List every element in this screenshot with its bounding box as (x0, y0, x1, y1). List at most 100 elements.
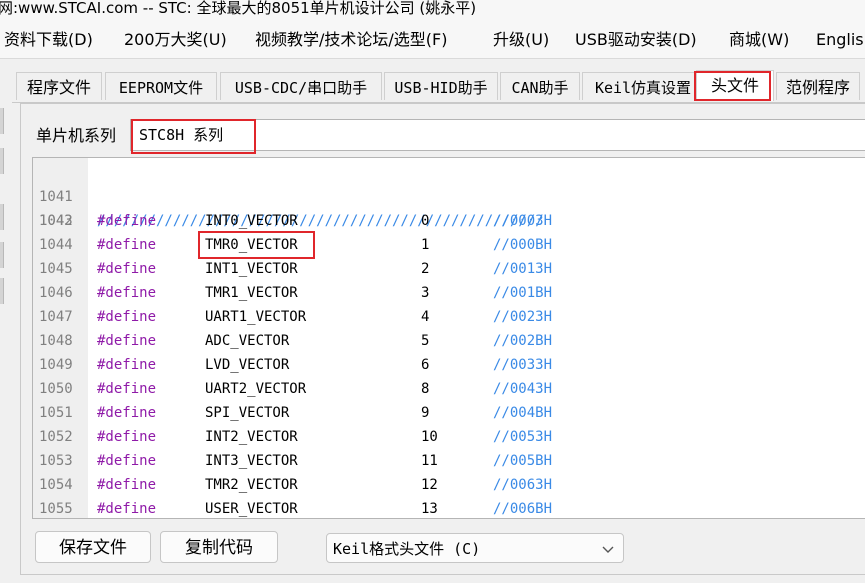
code-line: 1049 #define LVD_VECTOR 6 //0033H (33, 353, 865, 377)
tab-header-file[interactable]: 头文件 (696, 70, 774, 101)
tab-keil-sim[interactable]: Keil仿真设置 (582, 72, 704, 100)
tab-eeprom-file[interactable]: EEPROM文件 (105, 72, 217, 100)
menu-video-forum[interactable]: 视频教学/技术论坛/选型(F) (255, 22, 447, 58)
menu-upgrade[interactable]: 升级(U) (493, 22, 549, 58)
macro-value: 10 (421, 429, 438, 445)
macro-value: 2 (421, 261, 430, 277)
tab-program-file[interactable]: 程序文件 (16, 72, 102, 100)
window-title: 网:www.STCAI.com -- STC: 全球最大的8051单片机设计公司… (0, 0, 477, 17)
menu-shop[interactable]: 商城(W) (729, 22, 789, 58)
left-panel-handle[interactable] (0, 148, 4, 174)
macro-value: 11 (421, 453, 438, 469)
code-editor[interactable]: 1041 ///////////////////////////////////… (32, 157, 865, 519)
macro-name: USER_VECTOR (205, 501, 298, 517)
address-comment: //0063H (493, 477, 553, 493)
address-comment: //002BH (493, 333, 553, 349)
define-keyword: #define (97, 309, 157, 325)
macro-name: SPI_VECTOR (205, 405, 290, 421)
code-line: 1044 #define TMR0_VECTOR 1 //000BH (33, 233, 865, 257)
line-number: 1048 (39, 333, 73, 349)
define-keyword: #define (97, 333, 157, 349)
macro-name: TMR2_VECTOR (205, 477, 298, 493)
code-line: 1054 #define TMR2_VECTOR 12 //0063H (33, 473, 865, 497)
macro-value: 0 (421, 213, 430, 229)
define-keyword: #define (97, 381, 157, 397)
define-keyword: #define (97, 501, 157, 517)
tab-usb-cdc-serial[interactable]: USB-CDC/串口助手 (220, 72, 382, 100)
address-comment: //0043H (493, 381, 553, 397)
left-panel-handle[interactable] (0, 204, 4, 230)
address-comment: //0053H (493, 429, 553, 445)
code-line: 1048 #define ADC_VECTOR 5 //002BH (33, 329, 865, 353)
address-comment: //0003H (493, 213, 553, 229)
address-comment: //004BH (493, 405, 553, 421)
macro-value: 12 (421, 477, 438, 493)
macro-name: TMR0_VECTOR (205, 237, 298, 253)
macro-name: UART2_VECTOR (205, 381, 307, 397)
line-number: 1049 (39, 357, 73, 373)
menu-usb-driver[interactable]: USB驱动安装(D) (575, 22, 697, 58)
macro-name: INT1_VECTOR (205, 261, 298, 277)
menu-english[interactable]: English (816, 22, 865, 58)
macro-name: INT0_VECTOR (205, 213, 298, 229)
line-number: 1052 (39, 429, 73, 445)
define-keyword: #define (97, 237, 157, 253)
left-panel-handle[interactable] (0, 278, 4, 304)
code-line: 1050 #define UART2_VECTOR 8 //0043H (33, 377, 865, 401)
save-file-button[interactable]: 保存文件 (35, 531, 151, 563)
line-number: 1044 (39, 237, 73, 253)
code-line: 1052 #define INT2_VECTOR 10 //0053H (33, 425, 865, 449)
macro-value: 9 (421, 405, 430, 421)
line-number: 1043 (39, 213, 73, 229)
macro-name: LVD_VECTOR (205, 357, 290, 373)
line-number: 1054 (39, 477, 73, 493)
tab-can[interactable]: CAN助手 (500, 72, 580, 100)
left-panel-strip (0, 64, 8, 583)
line-number: 1055 (39, 501, 73, 517)
code-line-blank: 1042 (33, 185, 865, 229)
line-number: 1047 (39, 309, 73, 325)
code-line: 1051 #define SPI_VECTOR 9 //004BH (33, 401, 865, 425)
address-comment: //005BH (493, 453, 553, 469)
define-keyword: #define (97, 429, 157, 445)
line-number: 1051 (39, 405, 73, 421)
macro-value: 4 (421, 309, 430, 325)
code-line: 1053 #define INT3_VECTOR 11 //005BH (33, 449, 865, 473)
macro-name: ADC_VECTOR (205, 333, 290, 349)
left-panel-handle[interactable] (0, 108, 4, 134)
menu-award[interactable]: 200万大奖(U) (124, 22, 227, 58)
define-keyword: #define (97, 261, 157, 277)
code-line: 1043 #define INT0_VECTOR 0 //0003H (33, 209, 865, 233)
macro-name: INT2_VECTOR (205, 429, 298, 445)
mcu-series-label: 单片机系列 (36, 126, 117, 145)
address-comment: //0023H (493, 309, 553, 325)
header-format-select[interactable]: Keil格式头文件 (C) (326, 533, 624, 563)
address-comment: //006BH (493, 501, 553, 517)
copy-code-button[interactable]: 复制代码 (160, 531, 278, 563)
menu-bar: 资料下载(D) 200万大奖(U) 视频教学/技术论坛/选型(F) 升级(U) … (0, 22, 865, 59)
macro-value: 5 (421, 333, 430, 349)
macro-value: 6 (421, 357, 430, 373)
address-comment: //0033H (493, 357, 553, 373)
line-number: 1045 (39, 261, 73, 277)
address-comment: //001BH (493, 285, 553, 301)
define-keyword: #define (97, 285, 157, 301)
tab-bar: 程序文件 EEPROM文件 USB-CDC/串口助手 USB-HID助手 CAN… (12, 70, 865, 103)
code-line-separator: 1041 ///////////////////////////////////… (33, 161, 865, 229)
macro-name: TMR1_VECTOR (205, 285, 298, 301)
macro-value: 8 (421, 381, 430, 397)
define-keyword: #define (97, 213, 157, 229)
define-keyword: #define (97, 477, 157, 493)
mcu-series-selector[interactable]: STC8H 系列 (130, 119, 865, 151)
menu-download[interactable]: 资料下载(D) (4, 22, 93, 58)
macro-value: 13 (421, 501, 438, 517)
window-title-bar: 网:www.STCAI.com -- STC: 全球最大的8051单片机设计公司… (0, 0, 865, 22)
chevron-down-icon (602, 546, 614, 553)
left-panel-handle[interactable] (0, 242, 4, 268)
define-keyword: #define (97, 405, 157, 421)
define-keyword: #define (97, 357, 157, 373)
header-format-value: Keil格式头文件 (C) (333, 540, 481, 558)
line-number: 1053 (39, 453, 73, 469)
tab-usb-hid[interactable]: USB-HID助手 (384, 72, 498, 100)
tab-examples[interactable]: 范例程序 (776, 72, 860, 100)
